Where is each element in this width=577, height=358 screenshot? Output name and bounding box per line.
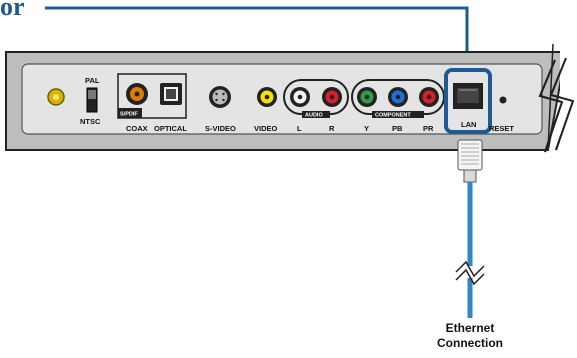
component-pb-port xyxy=(388,87,408,107)
ethernet-plug-icon xyxy=(457,139,483,183)
audio-l-port xyxy=(290,87,310,107)
component-pb-label: PB xyxy=(392,124,403,133)
caption-line-2: Connection xyxy=(437,336,503,350)
component-group-label: COMPONENT xyxy=(375,113,411,119)
video-port xyxy=(257,87,277,107)
reset-label: RESET xyxy=(489,124,514,133)
ethernet-cable xyxy=(455,182,485,318)
device-rear-panel-diagram: PAL NTSC S/PDIF COAX OPTICAL S-VIDEO VID… xyxy=(5,6,577,350)
coax-label: COAX xyxy=(126,124,148,133)
audio-group-label: AUDIO xyxy=(305,113,323,119)
optical-port xyxy=(160,83,182,105)
reset-button-hole xyxy=(499,96,507,104)
lan-label: LAN xyxy=(461,120,476,129)
svideo-connector-icon xyxy=(209,86,231,108)
spdif-label: S/PDIF xyxy=(120,112,138,118)
audio-r-label: R xyxy=(329,124,335,133)
component-pr-label: PR xyxy=(423,124,434,133)
component-pr-port xyxy=(419,87,439,107)
heading-text: or xyxy=(0,0,25,21)
audio-l-label: L xyxy=(297,124,302,133)
optical-label: OPTICAL xyxy=(154,124,187,133)
video-label: VIDEO xyxy=(254,124,278,133)
coax-port xyxy=(126,83,148,105)
component-y-port xyxy=(357,87,377,107)
power-connector-icon xyxy=(47,88,65,106)
caption-line-1: Ethernet xyxy=(446,321,495,335)
pal-label: PAL xyxy=(85,76,100,85)
audio-r-port xyxy=(322,87,342,107)
svideo-label: S-VIDEO xyxy=(205,124,236,133)
diagram: or PAL NTSC S/PDIF COAX OPTICAL S-VIDEO … xyxy=(0,0,577,353)
component-y-label: Y xyxy=(364,124,369,133)
ntsc-label: NTSC xyxy=(80,117,101,126)
